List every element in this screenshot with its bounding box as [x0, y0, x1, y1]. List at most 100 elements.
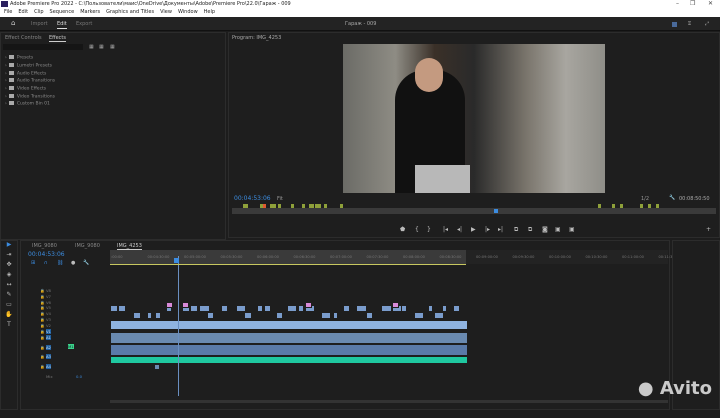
video-clip[interactable] [413, 312, 424, 319]
playhead[interactable] [178, 256, 179, 396]
selection-tool-icon[interactable]: ▶ [1, 241, 17, 251]
effects-search-input[interactable] [3, 44, 83, 50]
tree-item-custom-bin[interactable]: › Custom Bin 01 [5, 101, 50, 107]
step-forward-icon[interactable]: |▸ [485, 226, 490, 233]
video-clip[interactable] [297, 305, 304, 312]
add-marker-icon[interactable]: ● [71, 260, 75, 266]
a4-clip[interactable] [154, 364, 160, 370]
video-clip[interactable] [434, 312, 445, 319]
sequence-tab-2[interactable]: IMG_9080 [75, 243, 100, 249]
video-clip[interactable] [441, 305, 448, 312]
video-clip[interactable] [155, 312, 162, 319]
32bit-effects-icon[interactable]: ▦ [99, 44, 104, 50]
mark-out-icon[interactable]: } [427, 226, 431, 233]
menu-edit[interactable]: Edit [18, 9, 28, 15]
sequence-tab-3[interactable]: IMG_4253 [117, 243, 142, 250]
video-clip[interactable] [198, 305, 210, 312]
tab-export[interactable]: Export [76, 21, 92, 27]
add-button-icon[interactable]: + [706, 226, 711, 233]
menu-view[interactable]: View [160, 9, 172, 15]
video-clip[interactable] [320, 312, 331, 319]
track-name[interactable]: V8 [46, 288, 51, 293]
extract-icon[interactable]: ⧉ [528, 226, 532, 234]
marker[interactable] [245, 204, 248, 208]
quick-export-icon[interactable] [672, 22, 677, 27]
track-name[interactable]: V3 [46, 317, 51, 322]
lift-icon[interactable]: ⧉ [514, 226, 518, 234]
play-icon[interactable]: ▶ [471, 226, 476, 233]
tree-item-video-effects[interactable]: › Video Effects [5, 86, 46, 92]
marker[interactable] [324, 204, 327, 208]
tracks-area[interactable] [110, 266, 468, 370]
video-clip[interactable] [189, 305, 199, 312]
mark-in-icon[interactable]: { [415, 226, 419, 233]
maximize-button[interactable]: ❐ [690, 0, 695, 8]
tree-item-lumetri-presets[interactable]: › Lumetri Presets [5, 63, 52, 69]
tree-item-video-transitions[interactable]: › Video Transitions [5, 94, 55, 100]
scrubber-playhead[interactable] [494, 209, 498, 213]
fullscreen-icon[interactable]: ⤢ [705, 21, 709, 27]
video-clip[interactable] [110, 305, 119, 312]
playhead-handle[interactable] [174, 258, 179, 263]
video-clip[interactable] [355, 305, 367, 312]
go-to-out-icon[interactable]: ▸| [498, 226, 503, 233]
tree-item-audio-effects[interactable]: › Audio Effects [5, 71, 46, 77]
video-clip[interactable] [256, 305, 264, 312]
v1-clip[interactable] [110, 320, 468, 330]
menu-clip[interactable]: Clip [34, 9, 43, 15]
video-clip[interactable] [244, 312, 252, 319]
marker[interactable] [656, 204, 659, 208]
linked-selection-icon[interactable]: ⛓ [57, 260, 63, 266]
yuv-effects-icon[interactable]: ▦ [110, 44, 115, 50]
close-button[interactable]: ✕ [708, 0, 713, 8]
marker[interactable] [311, 204, 314, 208]
go-to-in-icon[interactable]: |◂ [443, 226, 448, 233]
a1-clip[interactable] [110, 332, 468, 344]
insert-icon[interactable]: ▣ [555, 226, 561, 233]
marker[interactable] [291, 204, 294, 208]
track-name[interactable]: A2 [45, 344, 51, 350]
tab-effects[interactable]: Effects [49, 35, 66, 42]
home-icon[interactable]: ⌂ [11, 19, 15, 27]
minimize-button[interactable]: – [676, 0, 679, 8]
track-name[interactable]: V6 [46, 300, 51, 305]
add-marker-icon[interactable]: ⬟ [400, 226, 405, 233]
video-clip[interactable] [235, 305, 247, 312]
video-frame[interactable] [343, 44, 605, 193]
track-name[interactable]: A3 [45, 354, 51, 359]
video-clip[interactable] [118, 305, 127, 312]
video-clip[interactable] [365, 312, 374, 319]
marker[interactable] [620, 204, 623, 208]
track-name[interactable]: V1 [45, 328, 51, 334]
marker[interactable] [278, 204, 281, 208]
video-clip[interactable] [133, 312, 141, 319]
sequence-tab-1[interactable]: IMG_9080 [32, 243, 57, 249]
video-clip[interactable] [332, 312, 339, 319]
share-icon[interactable]: ⍐ [688, 21, 691, 27]
menu-graphics[interactable]: Graphics and Titles [106, 9, 154, 15]
menu-help[interactable]: Help [204, 9, 215, 15]
accelerated-effects-icon[interactable]: ▦ [89, 44, 94, 50]
program-scrubber[interactable] [232, 208, 716, 214]
razor-tool-icon[interactable]: ◈ [1, 271, 17, 281]
marker[interactable] [318, 204, 321, 208]
rectangle-tool-icon[interactable]: ▭ [1, 301, 17, 311]
tree-item-audio-transitions[interactable]: › Audio Transitions [5, 78, 55, 84]
a2-clip[interactable] [110, 344, 468, 356]
export-frame-icon[interactable]: ◙ [542, 226, 548, 233]
marker[interactable] [648, 204, 651, 208]
marker[interactable] [273, 204, 276, 208]
video-clip[interactable] [206, 312, 214, 319]
video-clip[interactable] [428, 305, 434, 312]
timeline-scrollbar[interactable] [110, 400, 668, 403]
snap-icon[interactable]: ∩ [44, 260, 48, 266]
video-clip[interactable] [452, 305, 460, 312]
marker[interactable] [612, 204, 615, 208]
marker[interactable] [640, 204, 643, 208]
zoom-select[interactable]: Fit [277, 196, 283, 202]
video-clip[interactable] [287, 305, 298, 312]
tab-effect-controls[interactable]: Effect Controls [5, 35, 42, 41]
marker[interactable] [263, 204, 266, 208]
tab-import[interactable]: Import [31, 21, 48, 27]
wrench-icon[interactable]: 🔧 [669, 195, 675, 201]
